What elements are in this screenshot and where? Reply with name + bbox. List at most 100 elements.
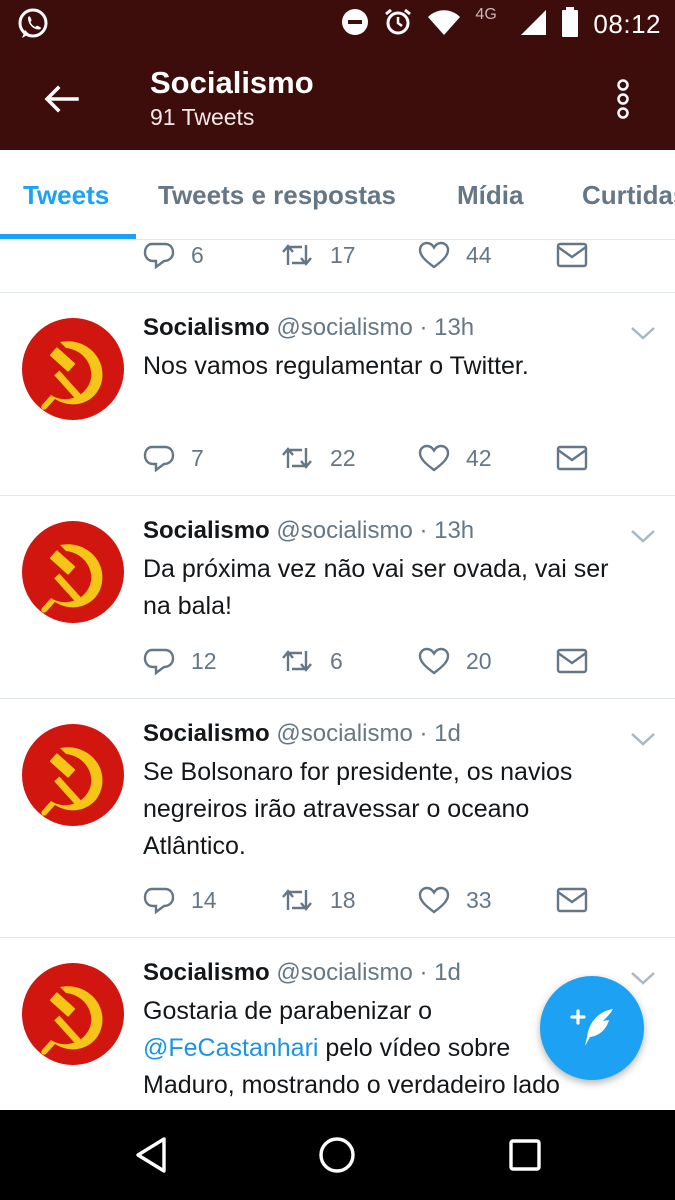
tweet-text: Se Bolsonaro for presidente, os navios n…: [143, 758, 573, 860]
retweet-count: 17: [330, 241, 356, 268]
hammer-and-sickle-icon: [41, 986, 103, 1055]
profile-title: Socialismo: [150, 65, 314, 100]
retweet-icon: [282, 650, 312, 672]
tweet-text: Da próxima vez não vai ser ovada, vai se…: [143, 555, 609, 620]
heart-icon: [418, 241, 450, 269]
tweet-author-name[interactable]: Socialismo: [143, 314, 270, 341]
active-tab-indicator: [0, 234, 136, 239]
reply-count: 7: [191, 444, 204, 471]
tweet-author-name[interactable]: Socialismo: [143, 959, 270, 986]
avatar[interactable]: [22, 521, 124, 623]
more-vertical-icon: [617, 79, 629, 119]
chevron-down-icon[interactable]: [630, 528, 656, 544]
reply-icon: [143, 887, 175, 915]
tweet-meta: @socialismo · 1d: [276, 720, 461, 747]
tweet-header: Socialismo @socialismo · 1d: [143, 720, 461, 748]
heart-icon: [418, 444, 450, 472]
tweet-author-name[interactable]: Socialismo: [143, 720, 270, 747]
tweet-actions: 7 22 42: [143, 438, 613, 478]
profile-tabs: Tweets Tweets e respostas Mídia Curtidas: [0, 150, 675, 240]
direct-message-button[interactable]: [556, 438, 588, 478]
nav-back-button[interactable]: [128, 1132, 174, 1178]
reply-button[interactable]: 6: [143, 240, 204, 275]
retweet-icon: [282, 244, 312, 266]
tweet-header: Socialismo @socialismo · 1d: [143, 959, 461, 987]
tweet-item[interactable]: Socialismo @socialismo · 13h Da próxima …: [0, 495, 675, 698]
retweet-button[interactable]: 6: [280, 641, 343, 681]
like-count: 44: [466, 241, 492, 268]
tweet-meta: @socialismo · 13h: [276, 517, 475, 544]
compose-tweet-icon: [570, 1009, 613, 1046]
tweet-item[interactable]: Socialismo @socialismo · 13h Nos vamos r…: [0, 292, 675, 495]
chevron-down-icon[interactable]: [630, 325, 656, 341]
retweet-button[interactable]: 18: [280, 880, 356, 920]
retweet-count: 22: [330, 444, 356, 471]
status-bar: 4G 08:12: [0, 0, 675, 48]
retweet-button[interactable]: 17: [280, 240, 356, 275]
tab-tweets[interactable]: Tweets: [23, 150, 109, 239]
partial-tweet-actions: 6 17 44: [143, 240, 613, 275]
chevron-down-icon[interactable]: [630, 731, 656, 747]
profile-header: Socialismo 91 Tweets: [0, 48, 675, 150]
hammer-and-sickle-icon: [41, 747, 103, 816]
chevron-down-icon[interactable]: [630, 970, 656, 986]
compose-tweet-button[interactable]: [540, 976, 644, 1080]
like-count: 42: [466, 444, 492, 471]
retweet-icon: [282, 889, 312, 911]
avatar[interactable]: [22, 318, 124, 420]
reply-count: 6: [191, 241, 204, 268]
heart-icon: [418, 647, 450, 675]
nav-home-button[interactable]: [314, 1132, 360, 1178]
tab-tweets-and-replies[interactable]: Tweets e respostas: [158, 150, 396, 239]
reply-count: 12: [191, 647, 217, 674]
envelope-icon: [556, 445, 588, 471]
hammer-and-sickle-icon: [41, 544, 103, 613]
tweet-text-start: Gostaria de parabenizar o: [143, 997, 433, 1025]
more-options-button[interactable]: [605, 76, 641, 122]
envelope-icon: [556, 887, 588, 913]
navigation-bar: [0, 1110, 675, 1200]
triangle-back-icon: [136, 1137, 166, 1173]
reply-button[interactable]: 12: [143, 641, 217, 681]
tweet-count: 91 Tweets: [150, 104, 255, 130]
network-type: 4G: [475, 6, 505, 42]
hammer-and-sickle-icon: [41, 341, 103, 410]
direct-message-button[interactable]: [556, 880, 588, 920]
tweet-author-name[interactable]: Socialismo: [143, 517, 270, 544]
tweet-item[interactable]: Socialismo @socialismo · 1d Se Bolsonaro…: [0, 698, 675, 937]
whatsapp-icon: [16, 7, 50, 41]
back-button[interactable]: [38, 76, 84, 122]
signal-icon: [519, 8, 547, 41]
like-button[interactable]: 33: [418, 880, 492, 920]
envelope-icon: [556, 242, 588, 268]
direct-message-button[interactable]: [556, 641, 588, 681]
tweet-header: Socialismo @socialismo · 13h: [143, 314, 474, 342]
like-count: 33: [466, 886, 492, 913]
mention-link[interactable]: @FeCastanhari: [143, 1034, 318, 1062]
tweet-text: Nos vamos regulamentar o Twitter.: [143, 352, 529, 380]
tweet-actions: 14 18 33: [143, 880, 613, 920]
wifi-icon: [427, 8, 461, 41]
tab-likes[interactable]: Curtidas: [582, 150, 675, 239]
like-count: 20: [466, 647, 492, 674]
reply-count: 14: [191, 886, 217, 913]
reply-button[interactable]: 14: [143, 880, 217, 920]
retweet-count: 6: [330, 647, 343, 674]
nav-recents-button[interactable]: [502, 1132, 548, 1178]
like-button[interactable]: 20: [418, 641, 492, 681]
direct-message-button[interactable]: [556, 240, 588, 275]
network-type-label: 4G: [475, 6, 497, 23]
like-button[interactable]: 42: [418, 438, 492, 478]
clock: 08:12: [593, 8, 661, 39]
retweet-button[interactable]: 22: [280, 438, 356, 478]
square-recents-icon: [509, 1139, 541, 1171]
alarm-icon: [383, 7, 413, 42]
tab-media[interactable]: Mídia: [457, 150, 523, 239]
like-button[interactable]: 44: [418, 240, 492, 275]
avatar[interactable]: [22, 963, 124, 1065]
reply-button[interactable]: 7: [143, 438, 204, 478]
reply-icon: [143, 242, 175, 270]
avatar[interactable]: [22, 724, 124, 826]
retweet-icon: [282, 447, 312, 469]
do-not-disturb-icon: [341, 8, 369, 41]
